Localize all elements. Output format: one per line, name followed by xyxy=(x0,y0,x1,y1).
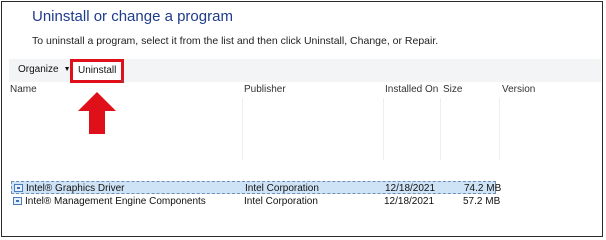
program-publisher: Intel Corporation xyxy=(245,183,319,194)
program-name: Intel® Graphics Driver xyxy=(26,183,125,194)
column-header-version[interactable]: Version xyxy=(502,84,535,95)
column-divider xyxy=(242,98,243,160)
program-size: 74.2 MB xyxy=(464,183,502,194)
uninstall-label: Uninstall xyxy=(78,65,117,76)
column-divider xyxy=(499,98,500,160)
column-header-name[interactable]: Name xyxy=(10,84,37,95)
organize-button[interactable]: Organize ▼ xyxy=(18,62,71,78)
column-header-installed-on[interactable]: Installed On xyxy=(385,84,438,95)
program-icon xyxy=(14,184,23,192)
page-title: Uninstall or change a program xyxy=(32,8,233,25)
organize-label: Organize xyxy=(18,64,59,75)
column-divider xyxy=(440,98,441,160)
column-divider xyxy=(383,98,384,160)
program-icon xyxy=(13,197,22,205)
program-installed-on: 12/18/2021 xyxy=(385,183,436,194)
uninstall-button[interactable]: Uninstall xyxy=(70,59,125,83)
toolbar: Organize ▼ Uninstall xyxy=(9,59,601,83)
program-size: 57.2 MB xyxy=(463,196,501,207)
program-name: Intel® Management Engine Components xyxy=(25,196,206,207)
program-row-intel-graphics-driver[interactable]: Intel® Graphics Driver Intel Corporation… xyxy=(11,181,501,194)
column-header-size[interactable]: Size xyxy=(443,84,462,95)
arrow-up-icon xyxy=(78,92,116,134)
page-subtitle: To uninstall a program, select it from t… xyxy=(32,35,439,47)
program-installed-on: 12/18/2021 xyxy=(384,196,435,207)
control-panel-window: Uninstall or change a program To uninsta… xyxy=(1,1,603,237)
program-row-intel-management-engine[interactable]: Intel® Management Engine Components Inte… xyxy=(11,195,500,208)
program-publisher: Intel Corporation xyxy=(244,196,318,207)
column-header-publisher[interactable]: Publisher xyxy=(244,84,286,95)
